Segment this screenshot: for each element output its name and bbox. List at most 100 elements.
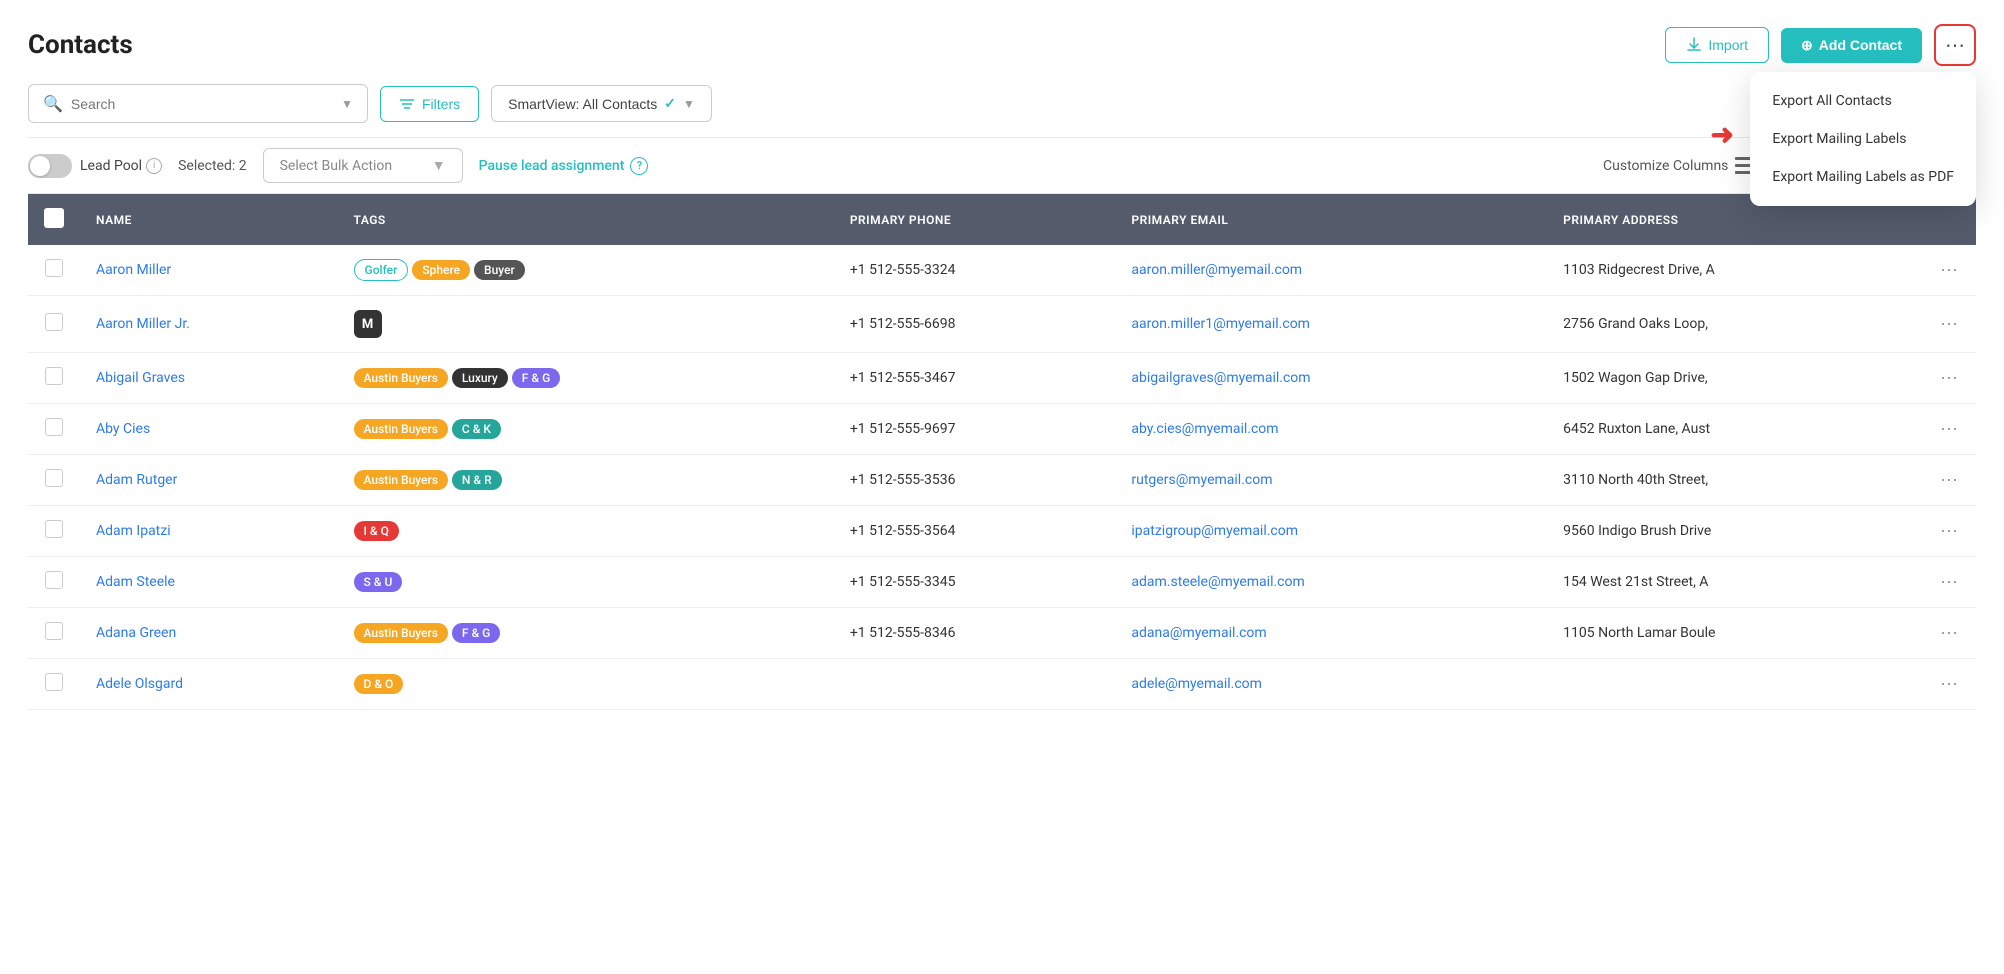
tag[interactable]: I & Q: [354, 521, 399, 541]
row-checkbox[interactable]: [45, 367, 63, 385]
row-menu-dots[interactable]: ⋯: [1940, 572, 1960, 593]
contact-email[interactable]: ipatzigroup@myemail.com: [1115, 506, 1547, 557]
customize-columns-button[interactable]: Customize Columns: [1603, 157, 1757, 175]
row-menu-dots[interactable]: ⋯: [1940, 260, 1960, 281]
contact-email[interactable]: adana@myemail.com: [1115, 608, 1547, 659]
row-menu[interactable]: ⋯: [1924, 404, 1976, 455]
contact-address: 6452 Ruxton Lane, Aust: [1547, 404, 1924, 455]
contact-address: 9560 Indigo Brush Drive: [1547, 506, 1924, 557]
import-button[interactable]: Import: [1665, 27, 1769, 63]
row-checkbox[interactable]: [45, 673, 63, 691]
contact-name[interactable]: Adam Ipatzi: [80, 506, 338, 557]
search-input[interactable]: [71, 96, 271, 112]
row-menu[interactable]: ⋯: [1924, 506, 1976, 557]
contact-address: 3110 North 40th Street,: [1547, 455, 1924, 506]
bulk-action-select[interactable]: Select Bulk Action ▼: [263, 148, 463, 183]
smartview-button[interactable]: SmartView: All Contacts ✓ ▼: [491, 85, 712, 122]
tag[interactable]: F & G: [452, 623, 500, 643]
smartview-check-icon: ✓: [664, 95, 676, 112]
row-checkbox[interactable]: [45, 418, 63, 436]
row-checkbox[interactable]: [45, 571, 63, 589]
contact-name[interactable]: Aby Cies: [80, 404, 338, 455]
contact-email[interactable]: aaron.miller1@myemail.com: [1115, 296, 1547, 353]
contact-name[interactable]: Adam Steele: [80, 557, 338, 608]
contact-name[interactable]: Adele Olsgard: [80, 659, 338, 710]
row-menu[interactable]: ⋯: [1924, 353, 1976, 404]
contact-email[interactable]: adele@myemail.com: [1115, 659, 1547, 710]
contacts-table: NAME TAGS PRIMARY PHONE PRIMARY EMAIL PR…: [28, 194, 1976, 710]
contact-tags: M: [338, 296, 834, 353]
tag[interactable]: Golfer: [354, 259, 409, 281]
row-checkbox[interactable]: [45, 469, 63, 487]
select-all-checkbox[interactable]: [44, 208, 64, 228]
lead-pool-toggle[interactable]: [28, 154, 72, 178]
contact-name[interactable]: Aaron Miller: [80, 245, 338, 296]
tag[interactable]: F & G: [512, 368, 560, 388]
tag[interactable]: Austin Buyers: [354, 623, 448, 643]
contact-name[interactable]: Abigail Graves: [80, 353, 338, 404]
row-checkbox[interactable]: [45, 259, 63, 277]
tag[interactable]: Austin Buyers: [354, 419, 448, 439]
search-box[interactable]: 🔍 ▼: [28, 84, 368, 123]
contact-phone: +1 512-555-8346: [834, 608, 1116, 659]
row-menu[interactable]: ⋯: [1924, 608, 1976, 659]
contact-name[interactable]: Adana Green: [80, 608, 338, 659]
tag[interactable]: Austin Buyers: [354, 470, 448, 490]
export-mailing-labels-item[interactable]: Export Mailing Labels: [1750, 120, 1976, 158]
tag[interactable]: C & K: [452, 419, 501, 439]
tag[interactable]: Luxury: [452, 368, 508, 388]
filters-button[interactable]: Filters: [380, 86, 479, 122]
row-menu[interactable]: ⋯: [1924, 245, 1976, 296]
lead-pool-info-icon[interactable]: i: [146, 158, 162, 174]
tag[interactable]: S & U: [354, 572, 403, 592]
search-dropdown-arrow[interactable]: ▼: [341, 97, 353, 111]
tag[interactable]: D & O: [354, 674, 404, 694]
export-all-contacts-item[interactable]: Export All Contacts: [1750, 82, 1976, 120]
contact-email[interactable]: aby.cies@myemail.com: [1115, 404, 1547, 455]
row-checkbox[interactable]: [45, 622, 63, 640]
row-menu-dots[interactable]: ⋯: [1940, 368, 1960, 389]
row-menu-dots[interactable]: ⋯: [1940, 314, 1960, 335]
tag[interactable]: Sphere: [412, 260, 470, 280]
tag[interactable]: Buyer: [474, 260, 525, 280]
contact-phone: [834, 659, 1116, 710]
row-menu-dots[interactable]: ⋯: [1940, 419, 1960, 440]
row-menu[interactable]: ⋯: [1924, 455, 1976, 506]
contact-phone: +1 512-555-3324: [834, 245, 1116, 296]
tag[interactable]: M: [354, 310, 382, 338]
contact-email[interactable]: rutgers@myemail.com: [1115, 455, 1547, 506]
tag[interactable]: Austin Buyers: [354, 368, 448, 388]
contact-address: 1103 Ridgecrest Drive, A: [1547, 245, 1924, 296]
email-column-header: PRIMARY EMAIL: [1115, 194, 1547, 245]
row-menu-dots[interactable]: ⋯: [1940, 470, 1960, 491]
table-row: Adam RutgerAustin BuyersN & R+1 512-555-…: [28, 455, 1976, 506]
plus-icon: ⊕: [1801, 37, 1813, 54]
toolbar: 🔍 ▼ Filters SmartView: All Contacts ✓ ▼: [28, 84, 1976, 123]
contact-tags: S & U: [338, 557, 834, 608]
table-row: Abigail GravesAustin BuyersLuxuryF & G+1…: [28, 353, 1976, 404]
row-checkbox[interactable]: [45, 313, 63, 331]
more-options-button[interactable]: ⋯: [1934, 24, 1976, 66]
row-menu-dots[interactable]: ⋯: [1940, 623, 1960, 644]
pause-lead-assignment[interactable]: Pause lead assignment ?: [479, 157, 649, 175]
add-contact-button[interactable]: ⊕ Add Contact: [1781, 28, 1922, 63]
export-mailing-labels-pdf-item[interactable]: Export Mailing Labels as PDF: [1750, 158, 1976, 196]
row-menu-dots[interactable]: ⋯: [1940, 674, 1960, 695]
row-menu[interactable]: ⋯: [1924, 557, 1976, 608]
smartview-arrow: ▼: [683, 97, 695, 111]
pause-info-icon[interactable]: ?: [630, 157, 648, 175]
row-menu-dots[interactable]: ⋯: [1940, 521, 1960, 542]
contact-name[interactable]: Adam Rutger: [80, 455, 338, 506]
contact-email[interactable]: aaron.miller@myemail.com: [1115, 245, 1547, 296]
row-checkbox[interactable]: [45, 520, 63, 538]
row-menu[interactable]: ⋯: [1924, 659, 1976, 710]
contact-email[interactable]: abigailgraves@myemail.com: [1115, 353, 1547, 404]
select-all-header[interactable]: [28, 194, 80, 245]
tag[interactable]: N & R: [452, 470, 502, 490]
phone-column-header: PRIMARY PHONE: [834, 194, 1116, 245]
contact-name[interactable]: Aaron Miller Jr.: [80, 296, 338, 353]
contact-tags: Austin BuyersF & G: [338, 608, 834, 659]
row-menu[interactable]: ⋯: [1924, 296, 1976, 353]
contact-email[interactable]: adam.steele@myemail.com: [1115, 557, 1547, 608]
contacts-page: Contacts Import ⊕ Add Contact ⋯ ➜ Export…: [0, 0, 2004, 974]
